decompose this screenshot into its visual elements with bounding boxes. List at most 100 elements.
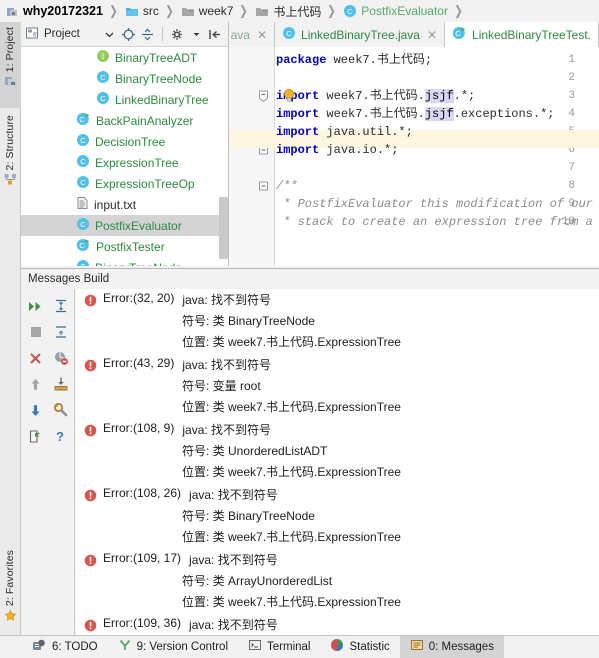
error-location-detail[interactable]: 位置: 类 week7.书上代码.ExpressionTree (76, 463, 599, 484)
error-message: java: 找不到符号 (189, 553, 278, 567)
error-row[interactable]: Error:(109, 36) java: 找不到符号 (76, 616, 599, 635)
previous-message-button[interactable] (23, 371, 48, 397)
close-icon[interactable]: ✕ (257, 28, 267, 42)
error-location-detail[interactable]: 位置: 类 week7.书上代码.ExpressionTree (76, 528, 599, 549)
breadcrumb-item-src[interactable]: src (125, 0, 159, 22)
class-icon: C (282, 26, 296, 43)
breadcrumb-item-package-cn[interactable]: 书上代码 (255, 0, 321, 22)
tree-item-class[interactable]: C BinaryTreeNode (21, 68, 228, 89)
close-messages-button[interactable] (23, 345, 48, 371)
collapse-all-icon[interactable] (139, 26, 156, 43)
editor-tab[interactable]: C LinkedBinaryTree.java ✕ (275, 22, 446, 47)
code-line[interactable]: import java.util.*; (276, 123, 599, 141)
tree-item-class[interactable]: C ExpressionTreeOp (21, 173, 228, 194)
error-symbol-detail[interactable]: 符号: 类 BinaryTreeNode (76, 507, 599, 528)
chevron-down-icon[interactable] (188, 26, 205, 43)
tree-item-class-selected[interactable]: C PostfixEvaluator (21, 215, 228, 236)
close-icon[interactable]: ✕ (427, 28, 437, 42)
rerun-build-button[interactable] (23, 293, 48, 319)
class-icon: C (76, 217, 90, 234)
sidebar-item-project[interactable]: 1: Project (0, 22, 21, 108)
error-location-detail[interactable]: 位置: 类 week7.书上代码.ExpressionTree (76, 398, 599, 419)
breadcrumb-item-package-week7[interactable]: week7 (181, 0, 233, 22)
code-text[interactable]: package week7.书上代码; import week7.书上代码.jsj… (276, 47, 599, 268)
open-in-editor-button[interactable] (23, 423, 48, 449)
module-icon (6, 5, 19, 18)
project-tree[interactable]: I BinaryTreeADT C BinaryTreeNode C Linke… (21, 47, 228, 268)
tree-item-class[interactable]: C DecisionTree (21, 131, 228, 152)
scroll-to-source-icon[interactable] (120, 26, 137, 43)
tree-item-class[interactable]: C LinkedBinaryTree (21, 89, 228, 110)
status-item-terminal[interactable]: Terminal (238, 636, 320, 658)
project-panel-header: Project (21, 22, 228, 47)
project-panel-title: Project (44, 28, 80, 40)
svg-text:C: C (80, 136, 86, 145)
error-symbol-detail[interactable]: 符号: 变量 root (76, 377, 599, 398)
tree-item-text-file[interactable]: input.txt (21, 194, 228, 215)
breadcrumb-item-class[interactable]: C PostfixEvaluator (343, 0, 448, 22)
sidebar-item-favorites[interactable]: 2: Favorites (0, 545, 21, 633)
code-line[interactable]: * PostfixEvaluator this modification of … (276, 195, 599, 213)
settings-gear-icon[interactable] (169, 26, 186, 43)
status-item-label: 6: TODO (52, 640, 98, 653)
code-token: week7.书上代码; (333, 53, 433, 67)
next-message-button[interactable] (23, 397, 48, 423)
code-line[interactable]: /** (276, 177, 599, 195)
export-to-file-button[interactable] (48, 371, 73, 397)
collapse-all-button[interactable] (48, 319, 73, 345)
error-row[interactable]: Error:(108, 26) java: 找不到符号 (76, 486, 599, 507)
class-icon: C (76, 175, 90, 192)
error-row[interactable]: Error:(32, 20) java: 找不到符号 (76, 291, 599, 312)
code-line[interactable] (276, 159, 599, 177)
build-settings-button[interactable] (48, 397, 73, 423)
chevron-down-icon[interactable] (101, 26, 118, 43)
hide-panel-icon[interactable] (207, 26, 224, 43)
tree-item-runnable-class[interactable]: C PostfixTester (21, 236, 228, 257)
error-location-detail[interactable]: 位置: 类 week7.书上代码.ExpressionTree (76, 333, 599, 354)
error-location-detail[interactable]: 位置: 类 week7.书上代码.ExpressionTree (76, 593, 599, 614)
error-message: java: 找不到符号 (182, 293, 272, 307)
code-editor[interactable]: 12345678910 package week7.书上代码;import we… (229, 47, 599, 268)
intention-bulb-icon[interactable] (282, 88, 296, 106)
breadcrumb-item-module[interactable]: why20172321 (6, 0, 103, 22)
fold-end-icon[interactable] (258, 87, 271, 105)
status-item-messages[interactable]: 0: Messages (399, 635, 504, 658)
fold-start-icon[interactable] (258, 177, 271, 195)
code-line[interactable]: package week7.书上代码; (276, 51, 599, 69)
tree-item-runnable-class[interactable]: C BackPainAnalyzer (21, 110, 228, 131)
tree-item-interface[interactable]: I BinaryTreeADT (21, 47, 228, 68)
svg-text:C: C (286, 29, 292, 38)
messages-list[interactable]: Error:(32, 20) java: 找不到符号 符号: 类 BinaryTre… (76, 289, 599, 635)
code-line[interactable]: import java.io.*; (276, 141, 599, 159)
error-symbol-detail[interactable]: 符号: 类 ArrayUnorderedList (76, 572, 599, 593)
code-line[interactable]: import week7.书上代码.jsjf.*; (276, 87, 599, 105)
tree-item-class[interactable]: C ExpressionTree (21, 152, 228, 173)
code-token: week7.书上代码. (326, 107, 425, 121)
project-tree-scrollbar[interactable] (219, 197, 228, 259)
error-symbol-detail[interactable]: 符号: 类 UnorderedListADT (76, 442, 599, 463)
expand-all-button[interactable] (48, 293, 73, 319)
error-symbol-detail[interactable]: 符号: 类 BinaryTreeNode (76, 312, 599, 333)
intellij-idea-window: why20172321 ❯ src ❯ week7 ❯ 书上代码 ❯ C Pos… (0, 0, 599, 658)
code-line[interactable]: import week7.书上代码.jsjf.exceptions.*; (276, 105, 599, 123)
svg-text:C: C (80, 220, 86, 229)
help-button[interactable]: ? (48, 423, 73, 449)
status-item-statistic[interactable]: Statistic (320, 636, 399, 658)
sidebar-item-structure[interactable]: 2: Structure (0, 110, 21, 206)
error-group: Error:(108, 9) java: 找不到符号 符号: 类 Unordered… (76, 419, 599, 484)
status-item-version-control[interactable]: 9: Version Control (108, 636, 238, 658)
code-line[interactable]: * stack to create an expression tree fro… (276, 213, 599, 231)
status-item-todo[interactable]: 6: TODO (22, 636, 108, 658)
error-row[interactable]: Error:(109, 17) java: 找不到符号 (76, 551, 599, 572)
stop-button[interactable] (23, 319, 48, 345)
hide-warnings-button[interactable] (48, 345, 73, 371)
editor-tab[interactable]: ava ✕ (229, 22, 276, 47)
sidebar-item-label: 2: Favorites (4, 550, 17, 607)
error-row[interactable]: Error:(108, 9) java: 找不到符号 (76, 421, 599, 442)
error-row[interactable]: Error:(43, 29) java: 找不到符号 (76, 356, 599, 377)
breadcrumb-label: 书上代码 (273, 4, 322, 19)
editor-tab-active[interactable]: C LinkedBinaryTreeTest. (445, 22, 599, 47)
code-line[interactable] (276, 69, 599, 87)
tree-item-label: PostfixTester (96, 239, 165, 254)
breadcrumb-separator: ❯ (239, 3, 249, 18)
